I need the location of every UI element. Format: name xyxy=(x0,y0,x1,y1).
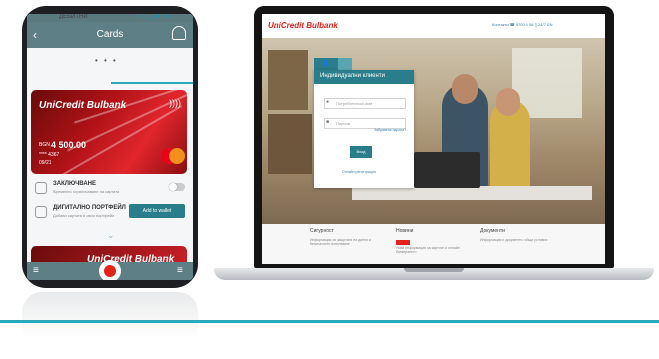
wallet-icon xyxy=(35,206,47,218)
chevron-down-icon[interactable]: ⌄ xyxy=(107,230,115,241)
section-text: Информация за защитата на данни и безопа… xyxy=(310,238,371,246)
section-title-security[interactable]: Сигурност xyxy=(310,228,334,234)
user-icon: 👤 xyxy=(322,61,330,67)
header-links[interactable]: Контакти ☎ 0700 1 84 ▯ 24/7 EN xyxy=(492,22,553,27)
list-item-lock[interactable]: ЗАКЛЮЧВАНЕ Временно ограничаване на карт… xyxy=(35,180,185,200)
unicredit-logo-icon xyxy=(104,265,116,277)
mastercard-logo-icon xyxy=(169,148,185,164)
row-subtitle: Временно ограничаване на картата xyxy=(53,189,120,194)
forgot-password-link[interactable]: Забравена парола? xyxy=(374,128,406,132)
hero-person-head xyxy=(452,74,478,104)
section-text: Нова информация за картите и онлайн банк… xyxy=(396,246,460,254)
contactless-icon: )))) xyxy=(169,98,181,108)
hero-laptop xyxy=(414,152,480,188)
lock-icon: ■ xyxy=(326,119,330,125)
card-expiry: 09/21 xyxy=(39,160,52,166)
row-subtitle: Добави картата в своя портфейл xyxy=(53,213,115,218)
credit-card[interactable]: UniCredit Bulbank )))) BGN 4 500.00 ****… xyxy=(31,90,187,174)
hero-person-head xyxy=(496,88,520,116)
news-badge xyxy=(396,240,410,245)
phone-reflection xyxy=(22,292,198,338)
hero-cabinet xyxy=(268,50,308,110)
password-placeholder: Парола xyxy=(336,121,351,126)
card-balance: 4 500.00 xyxy=(51,140,87,150)
list-item-wallet[interactable]: ДИГИТАЛНО ПОРТФЕЙЛ Добави картата в своя… xyxy=(35,204,185,224)
hero-table xyxy=(352,186,592,200)
card-currency: BGN xyxy=(39,142,50,148)
menu-icon[interactable]: ≡ xyxy=(177,265,183,276)
menu-icon[interactable]: ≡ xyxy=(33,265,39,276)
bell-icon[interactable] xyxy=(172,26,186,40)
laptop-notch xyxy=(404,268,464,272)
row-title: ДИГИТАЛНО ПОРТФЕЙЛ xyxy=(53,205,126,211)
phone-screen: ‹ Cards • • • ДЕБИТНИ КРЕДИТНИ UniCredit… xyxy=(27,14,193,280)
register-link[interactable]: Онлайн регистрация xyxy=(342,170,376,174)
username-placeholder: Потребителско име xyxy=(336,101,373,106)
add-to-wallet-button[interactable]: Add to wallet xyxy=(129,204,185,218)
card-brand: UniCredit Bulbank xyxy=(39,100,127,111)
section-title-news[interactable]: Новини xyxy=(396,228,413,234)
page-title: Cards xyxy=(96,29,124,40)
pager-dots: • • • xyxy=(95,56,118,65)
hero-cabinet xyxy=(268,114,312,174)
row-title: ЗАКЛЮЧВАНЕ xyxy=(53,181,96,187)
toggle-knob xyxy=(169,183,177,191)
login-tab-business[interactable] xyxy=(338,58,352,70)
tab-credit[interactable]: КРЕДИТНИ xyxy=(137,14,169,20)
site-logo[interactable]: UniCredit Bulbank xyxy=(268,21,338,30)
laptop-screen: UniCredit Bulbank Контакти ☎ 0700 1 84 ▯… xyxy=(262,14,605,264)
login-button[interactable]: Вход xyxy=(350,146,372,158)
active-tab-indicator xyxy=(111,82,193,84)
user-icon: ● xyxy=(326,99,330,105)
divider-line xyxy=(0,320,659,323)
section-text: Информация и документи, общи условия xyxy=(480,238,548,242)
lock-icon xyxy=(35,182,47,194)
tab-debit[interactable]: ДЕБИТНИ xyxy=(59,14,88,20)
login-title: Индивидуални клиенти xyxy=(320,73,385,79)
card-number: **** 4367 xyxy=(39,152,60,158)
section-title-documents[interactable]: Документи xyxy=(480,228,505,234)
